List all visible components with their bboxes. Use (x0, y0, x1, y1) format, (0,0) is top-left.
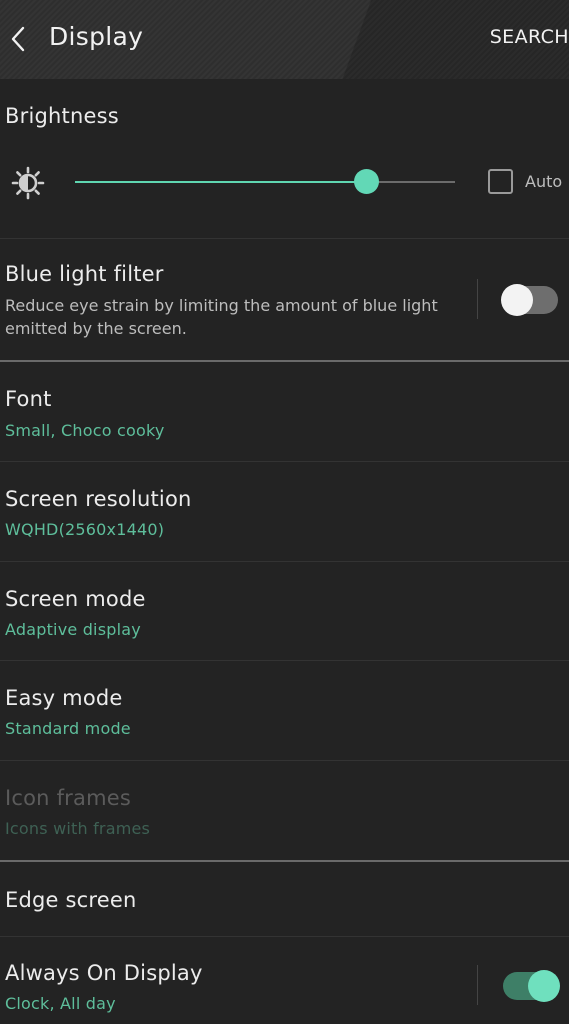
easy-mode-row[interactable] (0, 661, 569, 761)
brightness-slider[interactable] (75, 169, 455, 194)
easy-mode-title: Easy mode (5, 686, 123, 710)
toggle-knob (501, 284, 533, 316)
blue-light-filter-description: Reduce eye strain by limiting the amount… (5, 296, 438, 338)
brightness-section (0, 79, 569, 239)
screen-resolution-subtitle: WQHD(2560x1440) (5, 520, 165, 539)
blue-light-filter-toggle[interactable] (501, 284, 558, 316)
back-button[interactable] (0, 14, 36, 64)
screen-resolution-row[interactable] (0, 462, 569, 562)
screen-resolution-title: Screen resolution (5, 487, 192, 511)
brightness-icon (11, 166, 45, 200)
search-button[interactable]: SEARCH (490, 26, 569, 48)
toggle-knob (528, 970, 560, 1002)
brightness-title: Brightness (5, 104, 119, 128)
always-on-display-subtitle: Clock, All day (5, 994, 116, 1013)
font-row[interactable] (0, 362, 569, 462)
icon-frames-row (0, 761, 569, 860)
auto-brightness-checkbox[interactable] (488, 169, 513, 194)
always-on-display-title: Always On Display (5, 961, 203, 985)
vertical-divider (477, 279, 478, 319)
page-title: Display (49, 22, 144, 51)
brightness-slider-thumb[interactable] (353, 169, 379, 194)
vertical-divider (477, 965, 478, 1005)
icon-frames-subtitle: Icons with frames (5, 819, 151, 838)
auto-brightness-label: Auto (525, 172, 563, 191)
brightness-slider-fill (75, 181, 366, 183)
screen-mode-row[interactable] (0, 562, 569, 662)
screen-mode-title: Screen mode (5, 587, 146, 611)
blue-light-filter-title: Blue light filter (5, 262, 164, 286)
font-title: Font (5, 387, 52, 411)
always-on-display-toggle[interactable] (503, 970, 560, 1002)
edge-screen-title: Edge screen (5, 888, 137, 912)
chevron-left-icon (11, 26, 25, 52)
app-bar: Display SEARCH (0, 0, 569, 79)
screen-mode-subtitle: Adaptive display (5, 620, 141, 639)
icon-frames-title: Icon frames (5, 786, 131, 810)
font-subtitle: Small, Choco cooky (5, 421, 165, 440)
easy-mode-subtitle: Standard mode (5, 719, 131, 738)
